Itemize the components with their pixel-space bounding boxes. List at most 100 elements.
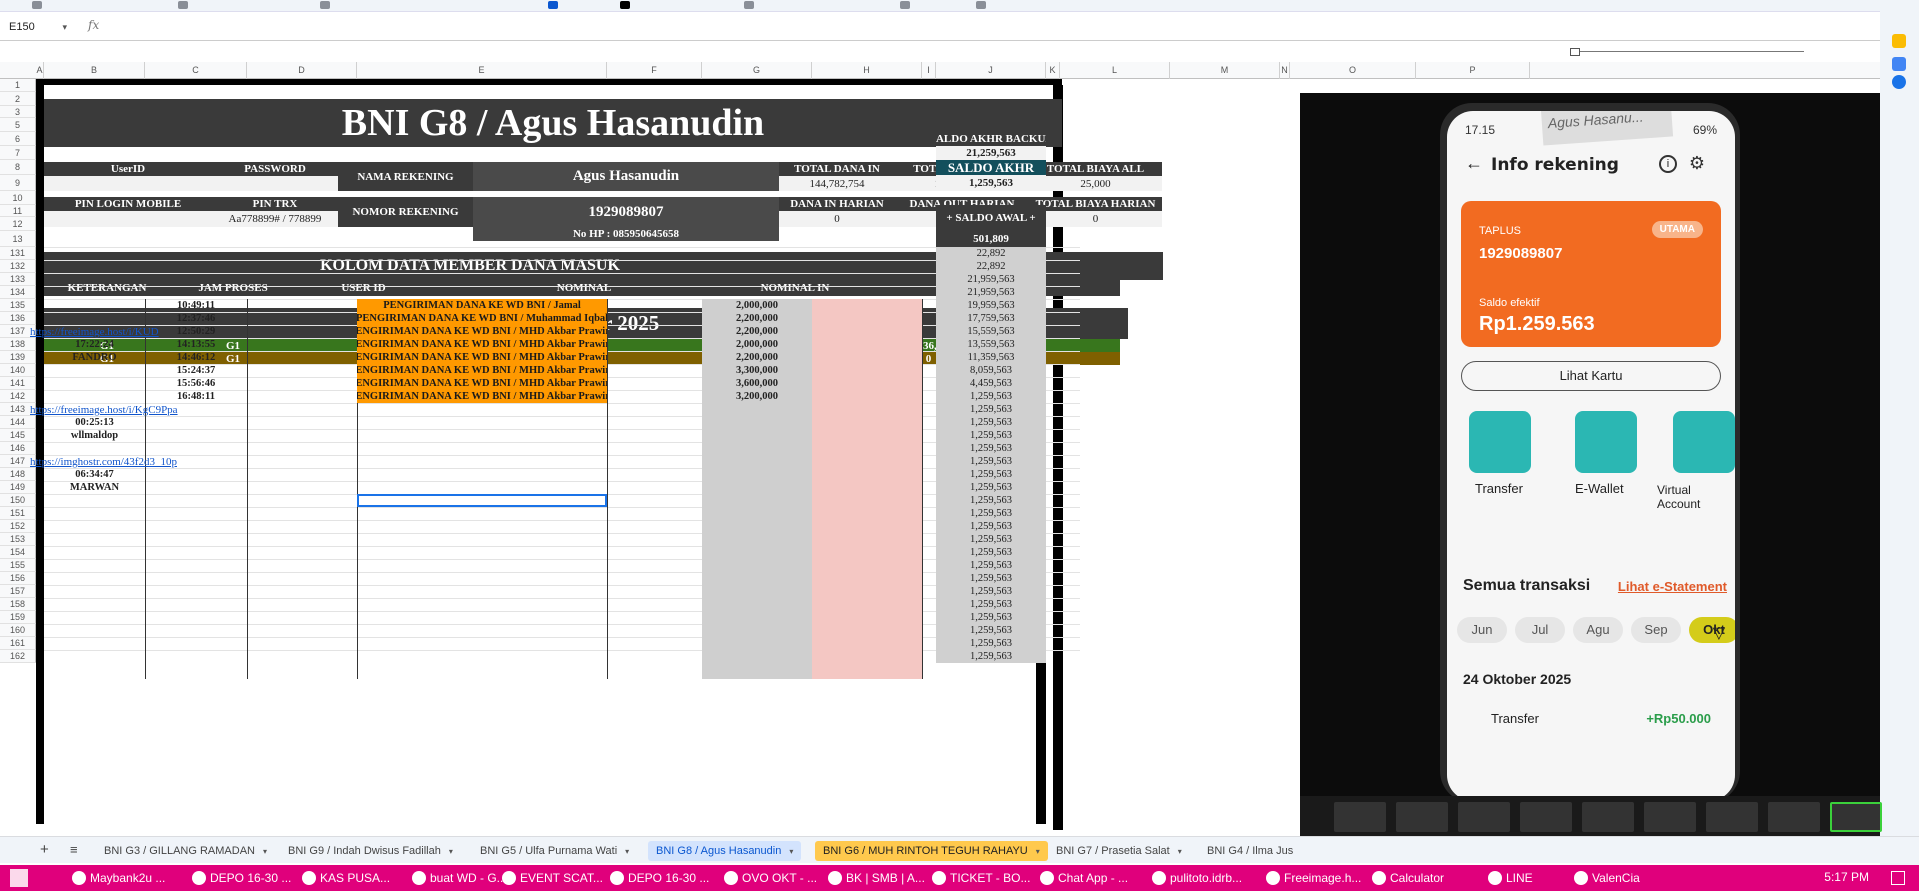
- row-header-131[interactable]: 131: [0, 247, 36, 260]
- transfer-icon[interactable]: [1469, 411, 1531, 473]
- col-header-h[interactable]: H: [812, 62, 922, 79]
- row-header-154[interactable]: 154: [0, 546, 36, 559]
- paint-format-icon[interactable]: [178, 1, 188, 9]
- row-header-152[interactable]: 152: [0, 520, 36, 533]
- col-header-a[interactable]: A: [36, 62, 44, 79]
- row-header-153[interactable]: 153: [0, 533, 36, 546]
- font-select-icon[interactable]: [320, 1, 330, 9]
- chevron-down-icon[interactable]: ▾: [62, 19, 67, 36]
- col-header-o[interactable]: O: [1290, 62, 1416, 79]
- taskbar-item[interactable]: EVENT SCAT...: [500, 869, 603, 887]
- col-header-d[interactable]: D: [247, 62, 357, 79]
- month-pill[interactable]: Sep: [1631, 617, 1681, 643]
- row-header-160[interactable]: 160: [0, 624, 36, 637]
- bold-icon[interactable]: [548, 1, 558, 9]
- text-color-icon[interactable]: [620, 1, 630, 9]
- chevron-down-icon[interactable]: ▾: [789, 847, 793, 856]
- row-header-5[interactable]: 5: [0, 118, 36, 132]
- col-header-f[interactable]: F: [607, 62, 702, 79]
- contacts-icon[interactable]: [1892, 75, 1906, 89]
- col-header-k[interactable]: K: [1046, 62, 1060, 79]
- row-header-141[interactable]: 141: [0, 377, 36, 390]
- col-header-i[interactable]: I: [922, 62, 936, 79]
- col-header-g[interactable]: G: [702, 62, 812, 79]
- row-header-1[interactable]: 1: [0, 79, 36, 92]
- account-card[interactable]: TAPLUS UTAMA 1929089807 Saldo efektif Rp…: [1461, 201, 1721, 347]
- row-header-145[interactable]: 145: [0, 429, 36, 442]
- keterangan-link[interactable]: https://freeimage.host/i/KUD: [30, 326, 159, 338]
- taskbar-item[interactable]: BK | SMB | A...: [826, 869, 925, 887]
- taskbar-item[interactable]: TICKET - BO...: [930, 869, 1030, 887]
- lihat-statement-link[interactable]: Lihat e-Statement: [1618, 579, 1727, 594]
- chevron-down-icon[interactable]: ▾: [625, 847, 629, 856]
- windows-start-icon[interactable]: [10, 869, 28, 887]
- name-box[interactable]: E150 ▾: [6, 19, 70, 36]
- function-icon[interactable]: [976, 1, 986, 9]
- keterangan-link[interactable]: https://imghostr.com/43f2d3_10p: [30, 456, 177, 468]
- row-header-159[interactable]: 159: [0, 611, 36, 624]
- search-icon[interactable]: [32, 1, 42, 9]
- slider-handle[interactable]: [1570, 48, 1580, 56]
- thumbnail[interactable]: [1706, 802, 1758, 832]
- sheet-tab[interactable]: BNI G6 / MUH RINTOH TEGUH RAHAYU ▾: [815, 841, 1048, 861]
- row-header-151[interactable]: 151: [0, 507, 36, 520]
- filter-icon[interactable]: ▽: [1713, 623, 1725, 643]
- taskbar-item[interactable]: pulitoto.idrb...: [1150, 869, 1242, 887]
- row-header-142[interactable]: 142: [0, 390, 36, 403]
- row-header-133[interactable]: 133: [0, 273, 36, 286]
- thumbnail[interactable]: [1334, 802, 1386, 832]
- row-header-162[interactable]: 162: [0, 650, 36, 663]
- thumbnail[interactable]: [1520, 802, 1572, 832]
- col-header-l[interactable]: L: [1060, 62, 1170, 79]
- thumbnail[interactable]: [1768, 802, 1820, 832]
- sheet-tab[interactable]: BNI G4 / Ilma Jus: [1199, 841, 1301, 861]
- chevron-down-icon[interactable]: ▾: [1036, 847, 1040, 856]
- row-header-149[interactable]: 149: [0, 481, 36, 494]
- row-header-2[interactable]: 2: [0, 92, 36, 106]
- sheet-tab[interactable]: BNI G8 / Agus Hasanudin ▾: [648, 841, 802, 861]
- taskbar-item[interactable]: Maybank2u ...: [70, 869, 165, 887]
- row-header-136[interactable]: 136: [0, 312, 36, 325]
- row-header-156[interactable]: 156: [0, 572, 36, 585]
- zoom-slider[interactable]: [1570, 48, 1804, 56]
- col-header-m[interactable]: M: [1170, 62, 1280, 79]
- row-header-135[interactable]: 135: [0, 299, 36, 312]
- align-icon[interactable]: [744, 1, 754, 9]
- taskbar-item[interactable]: KAS PUSA...: [300, 869, 390, 887]
- row-header-8[interactable]: 8: [0, 160, 36, 175]
- taskbar-item[interactable]: LINE: [1486, 869, 1533, 887]
- chevron-down-icon[interactable]: ▾: [263, 847, 267, 856]
- row-header-155[interactable]: 155: [0, 559, 36, 572]
- row-header-140[interactable]: 140: [0, 364, 36, 377]
- thumbnail[interactable]: [1458, 802, 1510, 832]
- password-value[interactable]: [212, 176, 338, 191]
- keep-icon[interactable]: [1892, 34, 1906, 48]
- month-pill[interactable]: Jun: [1457, 617, 1507, 643]
- taskbar-item[interactable]: DEPO 16-30 ...: [190, 869, 291, 887]
- info-icon[interactable]: i: [1659, 155, 1677, 173]
- tasks-icon[interactable]: [1892, 57, 1906, 71]
- sheet-tab[interactable]: BNI G5 / Ulfa Purnama Wati ▾: [472, 841, 637, 861]
- sheet-tab[interactable]: BNI G7 / Prasetia Salat ▾: [1048, 841, 1190, 861]
- col-header-p[interactable]: P: [1416, 62, 1530, 79]
- taskbar-item[interactable]: Chat App - ...: [1038, 869, 1128, 887]
- row-header-3[interactable]: 3: [0, 106, 36, 118]
- col-header-e[interactable]: E: [357, 62, 607, 79]
- pin-login-value[interactable]: [44, 211, 212, 227]
- selected-cell-e150[interactable]: [357, 494, 607, 507]
- taskbar-item[interactable]: Calculator: [1370, 869, 1444, 887]
- thumbnail[interactable]: [1582, 802, 1634, 832]
- month-pill[interactable]: Jul: [1515, 617, 1565, 643]
- row-header-158[interactable]: 158: [0, 598, 36, 611]
- row-header-157[interactable]: 157: [0, 585, 36, 598]
- lihat-kartu-button[interactable]: Lihat Kartu: [1461, 361, 1721, 391]
- sheet-tab[interactable]: BNI G9 / Indah Dwisus Fadillah ▾: [280, 841, 461, 861]
- row-header-7[interactable]: 7: [0, 146, 36, 160]
- row-header-148[interactable]: 148: [0, 468, 36, 481]
- col-header-c[interactable]: C: [145, 62, 247, 79]
- userid-value[interactable]: [44, 176, 212, 191]
- sheet-tab[interactable]: BNI G3 / GILLANG RAMADAN ▾: [96, 841, 275, 861]
- add-sheet-icon[interactable]: +: [40, 841, 49, 858]
- thumbnail[interactable]: [1830, 802, 1882, 832]
- taskbar-item[interactable]: DEPO 16-30 ...: [608, 869, 709, 887]
